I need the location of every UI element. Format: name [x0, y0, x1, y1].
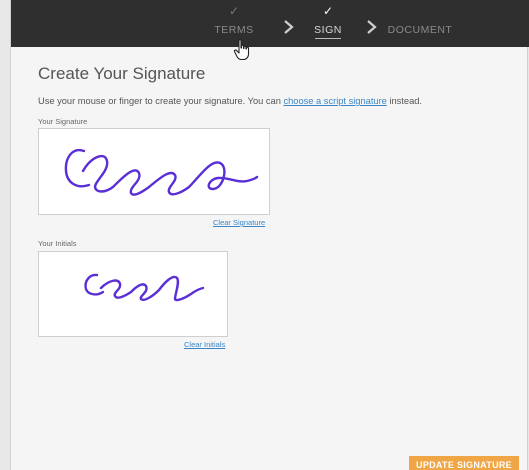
- instructions-text: Use your mouse or finger to create your …: [38, 96, 422, 106]
- signature-label: Your Signature: [38, 117, 88, 126]
- hand-pointer-cursor-icon: [233, 39, 250, 61]
- step-document[interactable]: DOCUMENT: [384, 0, 456, 47]
- active-step-underline: [315, 38, 341, 39]
- clear-initials-link[interactable]: Clear Initials: [184, 340, 225, 349]
- update-signature-button[interactable]: UPDATE SIGNATURE: [409, 456, 519, 470]
- update-signature-button-label: UPDATE SIGNATURE: [416, 460, 512, 470]
- instructions-suffix: instead.: [386, 96, 422, 106]
- progress-steps-bar: ✓ TERMS ✓ SIGN DOCUMENT: [11, 0, 529, 47]
- chevron-right-icon: [367, 20, 377, 34]
- step-sign[interactable]: ✓ SIGN: [308, 0, 348, 47]
- chevron-right-icon: [284, 20, 294, 34]
- initials-label: Your Initials: [38, 239, 77, 248]
- initials-pad[interactable]: [38, 251, 228, 337]
- check-icon: ✓: [228, 4, 240, 18]
- clear-signature-link[interactable]: Clear Signature: [213, 218, 265, 227]
- step-terms-label: TERMS: [214, 24, 254, 36]
- choose-script-signature-link[interactable]: choose a script signature: [283, 96, 386, 106]
- instructions-prefix: Use your mouse or finger to create your …: [38, 96, 284, 106]
- step-sign-label: SIGN: [314, 24, 342, 36]
- check-icon: ✓: [322, 4, 334, 18]
- signature-window: ✓ TERMS ✓ SIGN DOCUMENT Create Your Sign…: [10, 0, 529, 470]
- page-title: Create Your Signature: [38, 64, 206, 83]
- step-document-label: DOCUMENT: [387, 24, 453, 36]
- signature-pad[interactable]: [38, 128, 270, 215]
- initials-ink: [84, 273, 205, 302]
- signature-ink: [64, 148, 259, 196]
